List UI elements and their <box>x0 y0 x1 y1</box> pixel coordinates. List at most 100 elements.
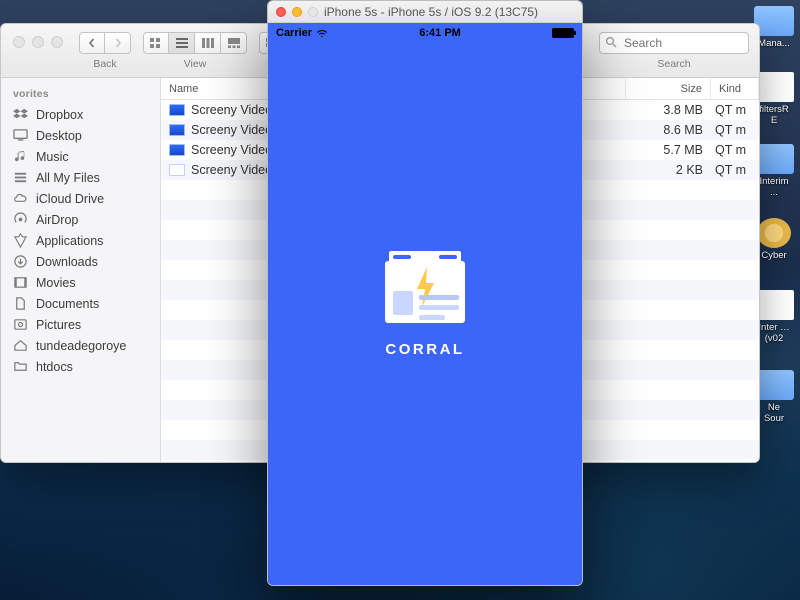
sidebar-item-label: AirDrop <box>36 213 78 227</box>
sidebar-item-label: Dropbox <box>36 108 83 122</box>
col-size[interactable]: Size <box>626 78 711 99</box>
minimize-icon[interactable] <box>292 7 302 17</box>
chevron-left-icon <box>87 38 97 48</box>
image-thumb-icon <box>754 72 794 102</box>
file-name: Screeny Video <box>191 163 272 177</box>
close-icon[interactable] <box>13 36 25 48</box>
folder-icon <box>754 6 794 36</box>
desktop-icon <box>13 128 28 143</box>
forward-button[interactable] <box>105 32 131 54</box>
app-logo-icon <box>379 251 471 327</box>
file-kind: QT m <box>711 103 759 117</box>
window-controls[interactable] <box>11 32 67 48</box>
simulator-title: iPhone 5s - iPhone 5s / iOS 9.2 (13C75) <box>318 5 574 19</box>
ios-simulator-window: iPhone 5s - iPhone 5s / iOS 9.2 (13C75) … <box>267 0 583 586</box>
finder-sidebar: vorites Dropbox Desktop Music All My Files i… <box>1 78 161 462</box>
sidebar-item-label: Music <box>36 150 69 164</box>
zoom-icon[interactable] <box>308 7 318 17</box>
icloud-icon <box>13 191 28 206</box>
carrier-label: Carrier <box>276 27 312 39</box>
image-thumb-icon <box>754 290 794 320</box>
folder-icon <box>13 359 28 374</box>
all-files-icon <box>13 170 28 185</box>
view-label: View <box>184 58 207 70</box>
view-columns-button[interactable] <box>195 32 221 54</box>
view-icons-button[interactable] <box>143 32 169 54</box>
sidebar-item[interactable]: Desktop <box>1 125 160 146</box>
sidebar-item[interactable]: Dropbox <box>1 104 160 125</box>
view-list-button[interactable] <box>169 32 195 54</box>
simulator-titlebar[interactable]: iPhone 5s - iPhone 5s / iOS 9.2 (13C75) <box>268 1 582 23</box>
disk-icon <box>757 218 791 248</box>
file-kind: QT m <box>711 163 759 177</box>
app-splash: CORRAL <box>379 251 471 358</box>
search-input[interactable] <box>599 32 749 54</box>
columns-icon <box>202 38 214 48</box>
sidebar-item-label: All My Files <box>36 171 100 185</box>
home-icon <box>13 338 28 353</box>
list-icon <box>176 38 188 48</box>
movies-icon <box>13 275 28 290</box>
airdrop-icon <box>13 212 28 227</box>
file-thumb-icon <box>169 144 185 156</box>
search-label: Search <box>657 58 690 70</box>
search-group: Search <box>599 32 749 70</box>
file-size: 2 KB <box>626 163 711 177</box>
sidebar-item[interactable]: All My Files <box>1 167 160 188</box>
folder-icon <box>754 370 794 400</box>
file-thumb-icon <box>169 164 185 176</box>
sidebar-item[interactable]: Pictures <box>1 314 160 335</box>
sidebar-item-label: Movies <box>36 276 76 290</box>
sidebar-item[interactable]: Downloads <box>1 251 160 272</box>
back-button[interactable] <box>79 32 105 54</box>
file-name: Screeny Video <box>191 123 272 137</box>
close-icon[interactable] <box>276 7 286 17</box>
sidebar-item[interactable]: Movies <box>1 272 160 293</box>
window-controls[interactable] <box>276 7 318 17</box>
battery-icon <box>552 28 574 38</box>
file-size: 5.7 MB <box>626 143 711 157</box>
sidebar-item-label: tundeadegoroye <box>36 339 126 353</box>
nav-group: Back <box>79 32 131 70</box>
chevron-right-icon <box>113 38 123 48</box>
dropbox-icon <box>13 107 28 122</box>
nav-label: Back <box>93 58 116 70</box>
sidebar-item-label: Documents <box>36 297 99 311</box>
minimize-icon[interactable] <box>32 36 44 48</box>
sidebar-item[interactable]: iCloud Drive <box>1 188 160 209</box>
zoom-icon[interactable] <box>51 36 63 48</box>
file-size: 8.6 MB <box>626 123 711 137</box>
pictures-icon <box>13 317 28 332</box>
sidebar-item-label: Applications <box>36 234 103 248</box>
gallery-icon <box>228 38 240 48</box>
folder-icon <box>754 144 794 174</box>
apps-icon <box>13 233 28 248</box>
sidebar-item[interactable]: Documents <box>1 293 160 314</box>
sidebar-item[interactable]: Music <box>1 146 160 167</box>
simulator-screen[interactable]: Carrier 6:41 PM <box>268 23 582 585</box>
sidebar-header: vorites <box>1 86 160 104</box>
sidebar-item[interactable]: tundeadegoroye <box>1 335 160 356</box>
file-kind: QT m <box>711 123 759 137</box>
file-thumb-icon <box>169 124 185 136</box>
downloads-icon <box>13 254 28 269</box>
file-name: Screeny Video <box>191 143 272 157</box>
sidebar-item[interactable]: AirDrop <box>1 209 160 230</box>
file-name: Screeny Video <box>191 103 272 117</box>
view-gallery-button[interactable] <box>221 32 247 54</box>
sidebar-item-label: Pictures <box>36 318 81 332</box>
sidebar-item[interactable]: htdocs <box>1 356 160 377</box>
grid-icon <box>150 38 162 48</box>
music-icon <box>13 149 28 164</box>
view-group: View <box>143 32 247 70</box>
app-name: CORRAL <box>385 341 464 358</box>
search-icon <box>605 36 617 48</box>
sidebar-item-label: iCloud Drive <box>36 192 104 206</box>
sidebar-item-label: Desktop <box>36 129 82 143</box>
col-kind[interactable]: Kind <box>711 78 759 99</box>
wifi-icon <box>316 29 328 38</box>
status-time: 6:41 PM <box>419 27 461 39</box>
sidebar-item[interactable]: Applications <box>1 230 160 251</box>
sidebar-item-label: Downloads <box>36 255 98 269</box>
file-thumb-icon <box>169 104 185 116</box>
